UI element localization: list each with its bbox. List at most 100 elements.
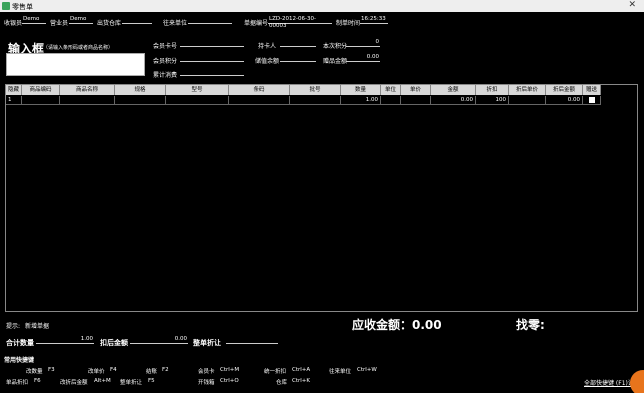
shortcut-key: F6	[34, 378, 41, 384]
column-header[interactable]: 单位	[381, 85, 401, 95]
shortcuts-title: 常用快捷键	[4, 357, 35, 364]
shortcut-label: 单品折扣	[6, 380, 29, 386]
shortcut-label: 仓库	[276, 380, 288, 386]
balance-label: 储值余额	[255, 58, 280, 65]
this-points-field: 0	[346, 39, 380, 47]
tip-label: 提示:	[6, 323, 21, 330]
column-header[interactable]: 条码	[229, 85, 290, 95]
column-header[interactable]: 规格	[115, 85, 166, 95]
app-icon	[2, 2, 10, 10]
window-title: 零售单	[12, 3, 33, 11]
corner-menu-button[interactable]	[630, 370, 644, 393]
table-cell[interactable]	[22, 96, 60, 105]
table-cell[interactable]	[509, 96, 546, 105]
gift-checkbox[interactable]	[588, 97, 595, 103]
product-table[interactable]: 隐藏 商品编码 商品名称 规格 型号 条码 批号 数量 单位 单价 金额 折扣 折后单价 折后金额 赠送 1…	[5, 84, 638, 312]
tip-value: 新增单据	[25, 323, 50, 330]
table-cell[interactable]	[60, 96, 115, 105]
shortcut-key: Alt+M	[94, 378, 111, 384]
shortcut-label: 会员卡	[198, 369, 215, 375]
table-cell[interactable]: 0.00	[431, 96, 476, 105]
gift-amount-label: 赠品金额	[323, 58, 348, 65]
shortcut-key: Ctrl+K	[292, 378, 311, 384]
total-qty-label: 合计数量	[6, 339, 34, 347]
table-cell[interactable]	[290, 96, 341, 105]
table-cell[interactable]	[583, 96, 601, 105]
partner-field[interactable]	[188, 16, 232, 24]
shortcut-label: 开钱箱	[198, 380, 215, 386]
shortcut-key: Ctrl+A	[292, 367, 311, 373]
shortcut-label: 往来单位	[329, 369, 352, 375]
table-cell[interactable]	[229, 96, 290, 105]
close-icon[interactable]: ✕	[628, 0, 636, 10]
table-cell[interactable]: 100	[476, 96, 509, 105]
change-label: 找零:	[516, 318, 545, 332]
shortcut-key: Ctrl+M	[220, 367, 240, 373]
column-header[interactable]: 批号	[290, 85, 341, 95]
whole-discount-label: 整单折让	[193, 339, 221, 347]
this-points-label: 本次积分	[323, 43, 348, 50]
table-cell[interactable]: 1	[6, 96, 22, 105]
title-bar: 零售单 ✕	[0, 0, 644, 12]
column-header[interactable]: 赠送	[583, 85, 601, 95]
table-header: 隐藏 商品编码 商品名称 规格 型号 条码 批号 数量 单位 单价 金额 折扣 折后单价 折后金额 赠送	[6, 85, 637, 95]
column-header[interactable]: 商品名称	[60, 85, 115, 95]
table-cell[interactable]: 0.00	[546, 96, 583, 105]
member-points-label: 会员积分	[153, 58, 178, 65]
column-header[interactable]: 折后金额	[546, 85, 583, 95]
input-hint: （请输入条形码或者商品名称）	[43, 45, 114, 51]
cashier-field[interactable]: Demo	[22, 16, 46, 24]
shortcut-key: Ctrl+W	[357, 367, 377, 373]
column-header[interactable]: 折后单价	[509, 85, 546, 95]
column-header[interactable]: 数量	[341, 85, 381, 95]
total-spent-field	[180, 68, 244, 76]
table-cell[interactable]	[401, 96, 431, 105]
shortcut-key: F2	[162, 367, 169, 373]
time-field: 16:25:33	[360, 16, 388, 24]
receivable-amount: 应收金额：0.00	[352, 318, 442, 332]
doc-no-field: LZD-2012-06-30-00003	[268, 16, 332, 29]
table-row[interactable]: 1 1.00 0.00 100 0.00	[6, 96, 601, 105]
time-label: 制单时间	[336, 20, 361, 27]
salesperson-label: 营业员	[50, 20, 69, 27]
shortcut-key: F3	[48, 367, 55, 373]
warehouse-field[interactable]	[122, 16, 152, 24]
barcode-input[interactable]	[6, 53, 145, 76]
cashier-label: 收银员	[4, 20, 23, 27]
member-card-label: 会员卡号	[153, 43, 178, 50]
column-header[interactable]: 隐藏	[6, 85, 22, 95]
table-cell[interactable]	[381, 96, 401, 105]
total-spent-label: 累计消费	[153, 72, 178, 79]
card-holder-label: 持卡人	[258, 43, 277, 50]
shortcut-key: F5	[148, 378, 155, 384]
shortcut-label: 统一折扣	[264, 369, 287, 375]
after-discount-label: 扣后金额	[100, 339, 128, 347]
column-header[interactable]: 单价	[401, 85, 431, 95]
doc-no-label: 单据编号	[244, 20, 269, 27]
card-holder-field	[280, 39, 316, 47]
shortcut-label: 整单折让	[120, 380, 143, 386]
column-header[interactable]: 折扣	[476, 85, 509, 95]
shortcut-key: F4	[110, 367, 117, 373]
partner-label: 往来单位	[163, 20, 188, 27]
table-cell[interactable]	[166, 96, 229, 105]
column-header[interactable]: 商品编码	[22, 85, 60, 95]
salesperson-field[interactable]: Demo	[69, 16, 93, 24]
shortcut-label: 结账	[146, 369, 158, 375]
shortcut-label: 改折后金额	[60, 380, 88, 386]
table-cell[interactable]	[115, 96, 166, 105]
member-points-field	[180, 54, 244, 62]
column-header[interactable]: 型号	[166, 85, 229, 95]
whole-discount-field[interactable]	[226, 336, 278, 344]
total-qty-field: 1.00	[36, 336, 94, 344]
warehouse-label: 出货仓库	[97, 20, 122, 27]
shortcut-label: 改数量	[26, 369, 43, 375]
after-discount-field: 0.00	[130, 336, 188, 344]
table-cell[interactable]: 1.00	[341, 96, 381, 105]
column-header[interactable]: 金额	[431, 85, 476, 95]
shortcut-label: 改单价	[88, 369, 105, 375]
gift-amount-field: 0.00	[346, 54, 380, 62]
member-card-field[interactable]	[180, 39, 244, 47]
balance-field	[280, 54, 316, 62]
shortcut-key: Ctrl+O	[220, 378, 239, 384]
